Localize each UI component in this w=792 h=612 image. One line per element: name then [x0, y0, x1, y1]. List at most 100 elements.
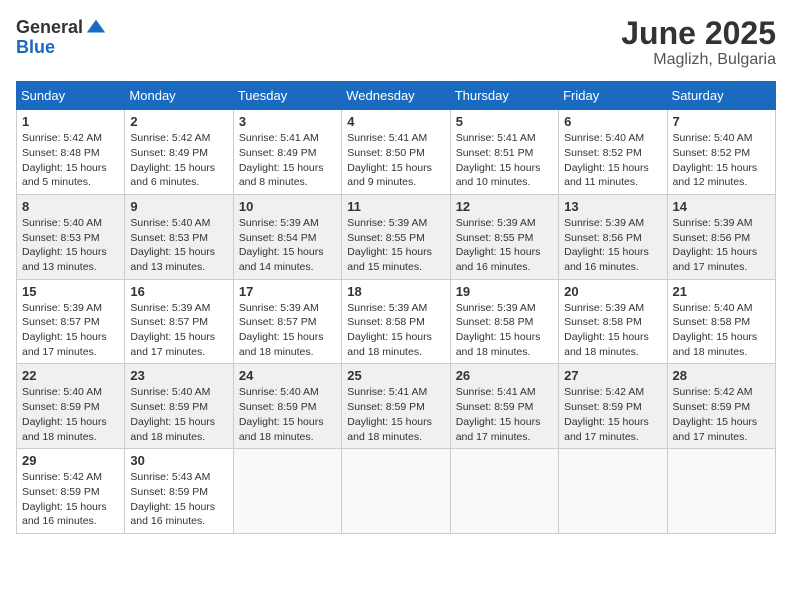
day-number: 24: [239, 368, 336, 383]
calendar-cell: 29 Sunrise: 5:42 AM Sunset: 8:59 PM Dayl…: [17, 449, 125, 534]
logo-blue: Blue: [16, 37, 55, 57]
calendar-cell: 17 Sunrise: 5:39 AM Sunset: 8:57 PM Dayl…: [233, 279, 341, 364]
day-number: 9: [130, 199, 227, 214]
calendar-cell: 10 Sunrise: 5:39 AM Sunset: 8:54 PM Dayl…: [233, 194, 341, 279]
calendar-table: SundayMondayTuesdayWednesdayThursdayFrid…: [16, 81, 776, 534]
day-number: 17: [239, 284, 336, 299]
day-info: Sunrise: 5:42 AM Sunset: 8:59 PM Dayligh…: [564, 385, 661, 444]
calendar-week-row: 8 Sunrise: 5:40 AM Sunset: 8:53 PM Dayli…: [17, 194, 776, 279]
day-number: 3: [239, 114, 336, 129]
day-header-sunday: Sunday: [17, 82, 125, 110]
calendar-body: 1 Sunrise: 5:42 AM Sunset: 8:48 PM Dayli…: [17, 110, 776, 534]
day-info: Sunrise: 5:39 AM Sunset: 8:55 PM Dayligh…: [456, 216, 553, 275]
day-header-saturday: Saturday: [667, 82, 775, 110]
calendar-cell: [342, 449, 450, 534]
day-number: 26: [456, 368, 553, 383]
day-number: 28: [673, 368, 770, 383]
day-number: 27: [564, 368, 661, 383]
calendar-cell: 11 Sunrise: 5:39 AM Sunset: 8:55 PM Dayl…: [342, 194, 450, 279]
calendar-cell: 1 Sunrise: 5:42 AM Sunset: 8:48 PM Dayli…: [17, 110, 125, 195]
day-number: 13: [564, 199, 661, 214]
day-info: Sunrise: 5:40 AM Sunset: 8:59 PM Dayligh…: [130, 385, 227, 444]
day-number: 20: [564, 284, 661, 299]
calendar-cell: [233, 449, 341, 534]
day-header-tuesday: Tuesday: [233, 82, 341, 110]
calendar-cell: 7 Sunrise: 5:40 AM Sunset: 8:52 PM Dayli…: [667, 110, 775, 195]
calendar-cell: 22 Sunrise: 5:40 AM Sunset: 8:59 PM Dayl…: [17, 364, 125, 449]
calendar-cell: 15 Sunrise: 5:39 AM Sunset: 8:57 PM Dayl…: [17, 279, 125, 364]
day-header-monday: Monday: [125, 82, 233, 110]
calendar-cell: 23 Sunrise: 5:40 AM Sunset: 8:59 PM Dayl…: [125, 364, 233, 449]
day-header-thursday: Thursday: [450, 82, 558, 110]
day-info: Sunrise: 5:41 AM Sunset: 8:59 PM Dayligh…: [347, 385, 444, 444]
day-number: 16: [130, 284, 227, 299]
day-number: 15: [22, 284, 119, 299]
calendar-cell: 28 Sunrise: 5:42 AM Sunset: 8:59 PM Dayl…: [667, 364, 775, 449]
day-number: 8: [22, 199, 119, 214]
day-info: Sunrise: 5:41 AM Sunset: 8:59 PM Dayligh…: [456, 385, 553, 444]
page-header: General Blue June 2025 Maglizh, Bulgaria: [16, 16, 776, 69]
day-number: 25: [347, 368, 444, 383]
day-info: Sunrise: 5:39 AM Sunset: 8:56 PM Dayligh…: [673, 216, 770, 275]
calendar-cell: [559, 449, 667, 534]
calendar-cell: 13 Sunrise: 5:39 AM Sunset: 8:56 PM Dayl…: [559, 194, 667, 279]
day-info: Sunrise: 5:40 AM Sunset: 8:59 PM Dayligh…: [239, 385, 336, 444]
calendar-week-row: 22 Sunrise: 5:40 AM Sunset: 8:59 PM Dayl…: [17, 364, 776, 449]
day-info: Sunrise: 5:40 AM Sunset: 8:53 PM Dayligh…: [22, 216, 119, 275]
calendar-cell: 19 Sunrise: 5:39 AM Sunset: 8:58 PM Dayl…: [450, 279, 558, 364]
calendar-cell: [450, 449, 558, 534]
day-info: Sunrise: 5:39 AM Sunset: 8:56 PM Dayligh…: [564, 216, 661, 275]
logo-icon: [85, 16, 107, 38]
logo-general: General: [16, 18, 83, 36]
day-header-friday: Friday: [559, 82, 667, 110]
day-number: 11: [347, 199, 444, 214]
day-info: Sunrise: 5:39 AM Sunset: 8:58 PM Dayligh…: [456, 301, 553, 360]
day-number: 30: [130, 453, 227, 468]
calendar-header-row: SundayMondayTuesdayWednesdayThursdayFrid…: [17, 82, 776, 110]
day-info: Sunrise: 5:42 AM Sunset: 8:49 PM Dayligh…: [130, 131, 227, 190]
day-info: Sunrise: 5:39 AM Sunset: 8:54 PM Dayligh…: [239, 216, 336, 275]
day-number: 2: [130, 114, 227, 129]
calendar-cell: 25 Sunrise: 5:41 AM Sunset: 8:59 PM Dayl…: [342, 364, 450, 449]
calendar-cell: 30 Sunrise: 5:43 AM Sunset: 8:59 PM Dayl…: [125, 449, 233, 534]
day-info: Sunrise: 5:42 AM Sunset: 8:59 PM Dayligh…: [673, 385, 770, 444]
calendar-week-row: 29 Sunrise: 5:42 AM Sunset: 8:59 PM Dayl…: [17, 449, 776, 534]
day-number: 29: [22, 453, 119, 468]
day-number: 1: [22, 114, 119, 129]
calendar-cell: 2 Sunrise: 5:42 AM Sunset: 8:49 PM Dayli…: [125, 110, 233, 195]
calendar-week-row: 15 Sunrise: 5:39 AM Sunset: 8:57 PM Dayl…: [17, 279, 776, 364]
day-number: 18: [347, 284, 444, 299]
calendar-cell: 14 Sunrise: 5:39 AM Sunset: 8:56 PM Dayl…: [667, 194, 775, 279]
day-info: Sunrise: 5:41 AM Sunset: 8:50 PM Dayligh…: [347, 131, 444, 190]
day-number: 4: [347, 114, 444, 129]
calendar-cell: 8 Sunrise: 5:40 AM Sunset: 8:53 PM Dayli…: [17, 194, 125, 279]
title-block: June 2025 Maglizh, Bulgaria: [621, 16, 776, 69]
day-info: Sunrise: 5:42 AM Sunset: 8:59 PM Dayligh…: [22, 470, 119, 529]
day-info: Sunrise: 5:41 AM Sunset: 8:51 PM Dayligh…: [456, 131, 553, 190]
calendar-cell: 16 Sunrise: 5:39 AM Sunset: 8:57 PM Dayl…: [125, 279, 233, 364]
day-number: 14: [673, 199, 770, 214]
day-number: 23: [130, 368, 227, 383]
day-info: Sunrise: 5:40 AM Sunset: 8:59 PM Dayligh…: [22, 385, 119, 444]
day-number: 19: [456, 284, 553, 299]
day-info: Sunrise: 5:41 AM Sunset: 8:49 PM Dayligh…: [239, 131, 336, 190]
calendar-cell: 9 Sunrise: 5:40 AM Sunset: 8:53 PM Dayli…: [125, 194, 233, 279]
calendar-cell: 26 Sunrise: 5:41 AM Sunset: 8:59 PM Dayl…: [450, 364, 558, 449]
calendar-cell: 27 Sunrise: 5:42 AM Sunset: 8:59 PM Dayl…: [559, 364, 667, 449]
day-info: Sunrise: 5:40 AM Sunset: 8:58 PM Dayligh…: [673, 301, 770, 360]
calendar-cell: 6 Sunrise: 5:40 AM Sunset: 8:52 PM Dayli…: [559, 110, 667, 195]
calendar-week-row: 1 Sunrise: 5:42 AM Sunset: 8:48 PM Dayli…: [17, 110, 776, 195]
day-info: Sunrise: 5:39 AM Sunset: 8:58 PM Dayligh…: [564, 301, 661, 360]
day-number: 22: [22, 368, 119, 383]
day-info: Sunrise: 5:40 AM Sunset: 8:52 PM Dayligh…: [673, 131, 770, 190]
calendar-cell: 20 Sunrise: 5:39 AM Sunset: 8:58 PM Dayl…: [559, 279, 667, 364]
day-number: 10: [239, 199, 336, 214]
calendar-cell: 12 Sunrise: 5:39 AM Sunset: 8:55 PM Dayl…: [450, 194, 558, 279]
logo: General Blue: [16, 16, 107, 58]
day-info: Sunrise: 5:42 AM Sunset: 8:48 PM Dayligh…: [22, 131, 119, 190]
day-info: Sunrise: 5:39 AM Sunset: 8:57 PM Dayligh…: [22, 301, 119, 360]
day-info: Sunrise: 5:40 AM Sunset: 8:53 PM Dayligh…: [130, 216, 227, 275]
day-info: Sunrise: 5:39 AM Sunset: 8:57 PM Dayligh…: [130, 301, 227, 360]
calendar-cell: 5 Sunrise: 5:41 AM Sunset: 8:51 PM Dayli…: [450, 110, 558, 195]
calendar-cell: [667, 449, 775, 534]
